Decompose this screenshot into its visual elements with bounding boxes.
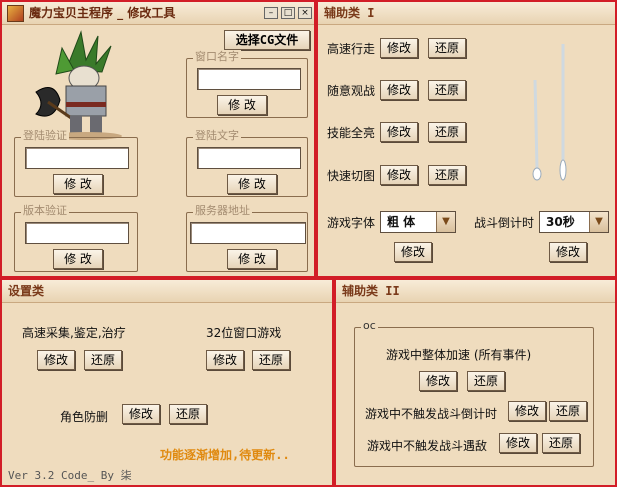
game-font-label: 游戏字体 — [327, 216, 376, 230]
global-speedup-label: 游戏中整体加速 (所有事件) — [386, 348, 532, 362]
fast-map-switch-restore-button[interactable]: 还原 — [428, 165, 466, 185]
login-verify-label: 登陆验证 — [21, 129, 69, 143]
character-leg-left — [70, 116, 82, 134]
aux2-panel: 辅助类 II oc 游戏中整体加速 (所有事件) 修改 还原 游戏中不触发战斗倒… — [334, 278, 617, 487]
fast-gather-label: 高速采集,鉴定,治疗 — [22, 326, 126, 340]
sword-artwork — [532, 44, 567, 181]
fast-map-switch-label: 快速切图 — [327, 169, 376, 183]
sword-tip-left — [532, 167, 542, 181]
sword-tip-right — [559, 159, 567, 181]
no-countdown-label: 游戏中不触发战斗倒计时 — [365, 407, 498, 421]
aux1-title: 辅助类 I — [324, 6, 375, 20]
server-address-label: 服务器地址 — [193, 204, 252, 218]
skills-lit-label: 技能全亮 — [327, 126, 376, 140]
global-speedup-restore-button[interactable]: 还原 — [467, 371, 505, 391]
window-name-input[interactable] — [197, 68, 301, 90]
battle-countdown-value: 30秒 — [546, 215, 575, 229]
version-footer: Ver 3.2 Code_ By 柒 — [8, 469, 132, 482]
update-notice: 功能逐渐增加,待更新.. — [160, 448, 290, 462]
version-verify-label: 版本验证 — [21, 204, 69, 218]
game-font-value: 粗 体 — [387, 215, 416, 229]
free-spectate-label: 随意观战 — [327, 84, 376, 98]
skills-lit-modify-button[interactable]: 修改 — [380, 122, 418, 142]
skills-lit-restore-button[interactable]: 还原 — [428, 122, 466, 142]
window-name-label: 窗口名字 — [193, 50, 241, 64]
battle-countdown-select[interactable]: 30秒 ▼ — [539, 211, 609, 233]
select-cg-file-button[interactable]: 选择CG文件 — [224, 30, 310, 50]
window-title: 魔力宝贝主程序 _ 修改工具 — [29, 6, 176, 20]
aux2-title: 辅助类 II — [342, 284, 400, 298]
game-font-modify-button[interactable]: 修改 — [394, 242, 432, 262]
fast-gather-modify-button[interactable]: 修改 — [37, 350, 75, 370]
login-text-modify-button[interactable]: 修 改 — [227, 174, 277, 194]
chevron-down-icon[interactable]: ▼ — [436, 212, 455, 232]
battle-countdown-label: 战斗倒计时 — [474, 216, 535, 230]
settings-title: 设置类 — [8, 284, 45, 298]
game-font-select[interactable]: 粗 体 ▼ — [380, 211, 456, 233]
login-text-input[interactable] — [197, 147, 301, 169]
role-protect-modify-button[interactable]: 修改 — [122, 404, 160, 424]
role-protect-label: 角色防删 — [60, 410, 109, 424]
window-name-modify-button[interactable]: 修 改 — [217, 95, 267, 115]
version-verify-modify-button[interactable]: 修 改 — [53, 249, 103, 269]
chevron-down-icon[interactable]: ▼ — [589, 212, 608, 232]
free-spectate-modify-button[interactable]: 修改 — [380, 80, 418, 100]
app-icon — [7, 5, 24, 22]
free-spectate-restore-button[interactable]: 还原 — [428, 80, 466, 100]
no-encounter-label: 游戏中不触发战斗遇敌 — [367, 439, 488, 453]
title-bar: 魔力宝贝主程序 _ 修改工具 – □ × — [2, 2, 314, 25]
fast-walk-modify-button[interactable]: 修改 — [380, 38, 418, 58]
fast-gather-restore-button[interactable]: 还原 — [84, 350, 122, 370]
settings-panel: 设置类 高速采集,鉴定,治疗 修改 还原 32位窗口游戏 修改 还原 角色防删 … — [0, 278, 334, 487]
no-countdown-restore-button[interactable]: 还原 — [549, 401, 587, 421]
server-address-input[interactable] — [190, 222, 306, 244]
no-encounter-modify-button[interactable]: 修改 — [499, 433, 537, 453]
fast-map-switch-modify-button[interactable]: 修改 — [380, 165, 418, 185]
maximize-button[interactable]: □ — [281, 7, 295, 19]
login-verify-input[interactable] — [25, 147, 129, 169]
character-leg-right — [90, 116, 102, 134]
aux1-panel: 辅助类 I 高速行走 修改 还原 随意观战 修改 还原 技能全亮 修改 还原 快… — [316, 0, 617, 278]
window32-modify-button[interactable]: 修改 — [206, 350, 244, 370]
version-verify-input[interactable] — [25, 222, 129, 244]
global-speedup-modify-button[interactable]: 修改 — [419, 371, 457, 391]
login-text-label: 登陆文字 — [193, 129, 241, 143]
character-belt — [66, 102, 106, 107]
character-artwork — [35, 30, 122, 140]
battle-countdown-modify-button[interactable]: 修改 — [549, 242, 587, 262]
axe-icon — [35, 87, 61, 117]
character-body — [65, 85, 107, 117]
login-verify-modify-button[interactable]: 修 改 — [53, 174, 103, 194]
minimize-button[interactable]: – — [264, 7, 278, 19]
aux2-group-label: oc — [361, 319, 378, 333]
fast-walk-restore-button[interactable]: 还原 — [428, 38, 466, 58]
no-countdown-modify-button[interactable]: 修改 — [508, 401, 546, 421]
sword-blade-lower — [533, 79, 539, 169]
window32-label: 32位窗口游戏 — [206, 326, 282, 340]
fast-walk-label: 高速行走 — [327, 42, 376, 56]
settings-header — [2, 280, 332, 303]
close-button[interactable]: × — [298, 7, 312, 19]
role-protect-restore-button[interactable]: 还原 — [169, 404, 207, 424]
main-window-panel: 魔力宝贝主程序 _ 修改工具 – □ × 选择CG文件 窗口名字 修 改 登陆验… — [0, 0, 316, 278]
window32-restore-button[interactable]: 还原 — [252, 350, 290, 370]
no-encounter-restore-button[interactable]: 还原 — [542, 433, 580, 453]
server-address-modify-button[interactable]: 修 改 — [227, 249, 277, 269]
